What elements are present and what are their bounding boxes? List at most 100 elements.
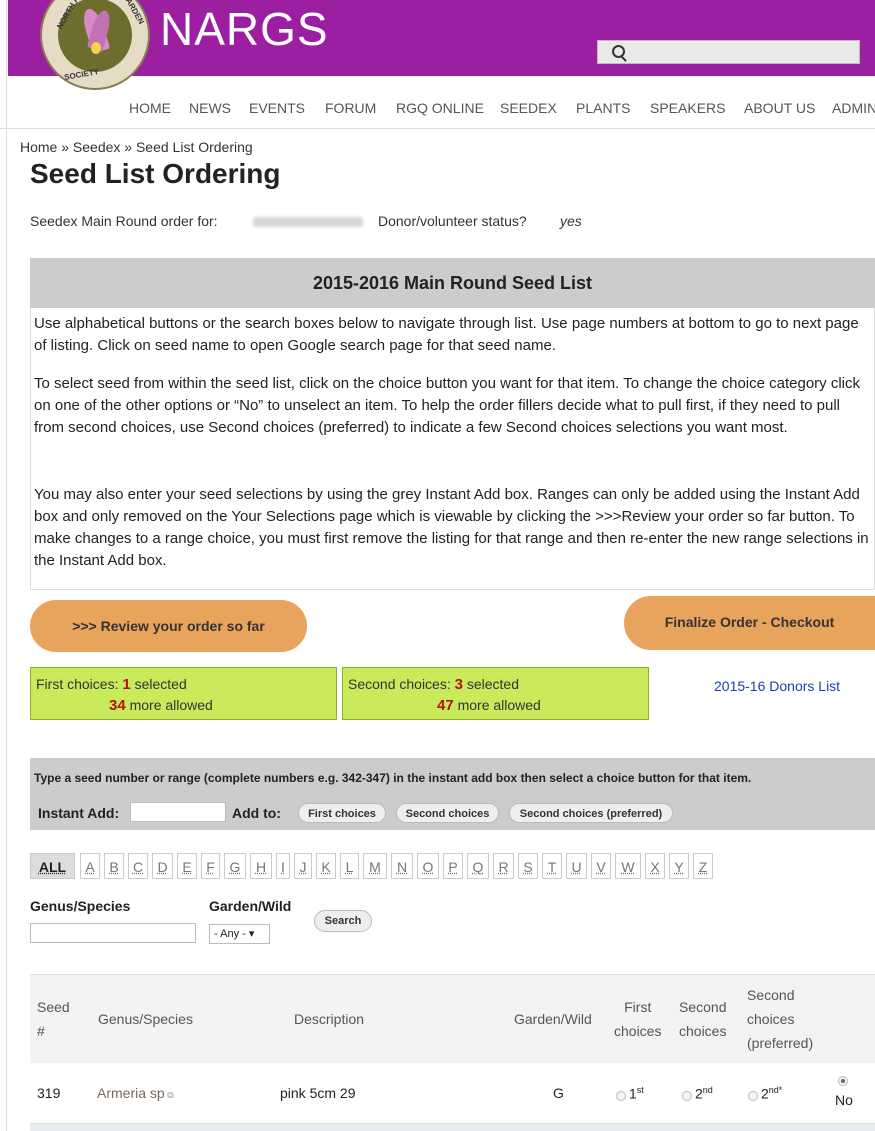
col-seed-line1: Seed — [37, 999, 70, 1015]
first-choices-count: 1 — [122, 676, 131, 693]
col-pref-line1: Second — [747, 987, 795, 1003]
nav-admin[interactable]: ADMIN — [832, 100, 875, 116]
alpha-s[interactable]: S — [518, 853, 538, 879]
alpha-z[interactable]: Z — [693, 853, 713, 879]
alpha-d[interactable]: D — [152, 853, 173, 879]
nav-events[interactable]: EVENTS — [249, 100, 305, 116]
alpha-p[interactable]: P — [443, 853, 463, 879]
site-search-input[interactable] — [597, 40, 860, 64]
alpha-n[interactable]: N — [391, 853, 413, 879]
nav-plants[interactable]: PLANTS — [576, 100, 630, 116]
nav-about-us[interactable]: ABOUT US — [744, 100, 815, 116]
nav-news[interactable]: NEWS — [189, 100, 231, 116]
alpha-t[interactable]: T — [542, 853, 562, 879]
nav-speakers[interactable]: SPEAKERS — [650, 100, 725, 116]
nav-rgq-online[interactable]: RGQ ONLINE — [396, 100, 484, 116]
add-second-choices-preferred-button[interactable]: Second choices (preferred) — [509, 803, 673, 823]
seed-table-header: Seed # Genus/Species Description Garden/W… — [30, 974, 875, 1064]
donor-status-label: Donor/volunteer status? — [378, 213, 527, 229]
col-description[interactable]: Description — [294, 1007, 364, 1031]
nav-forum[interactable]: FORUM — [325, 100, 376, 116]
alpha-a[interactable]: A — [80, 853, 100, 879]
instructions-paragraph-2: To select seed from within the seed list… — [34, 375, 860, 436]
instructions-paragraph-3: You may also enter your seed selections … — [34, 486, 869, 569]
alpha-j[interactable]: J — [294, 853, 312, 879]
alpha-v[interactable]: V — [591, 853, 611, 879]
alpha-b[interactable]: B — [104, 853, 124, 879]
col-first-line2: choices — [614, 1023, 662, 1039]
alpha-r[interactable]: R — [493, 853, 514, 879]
redacted-user-name — [253, 217, 363, 227]
first-choices-summary: First choices: 1 selected 34 more allowe… — [30, 667, 337, 720]
table-row: 319 Armeria sp ⧉ pink 5cm 29 G 1st 2nd 2… — [30, 1063, 875, 1124]
genus-species-label: Genus/Species — [30, 898, 131, 914]
alpha-y[interactable]: Y — [669, 853, 689, 879]
second-choice-sup: nd — [702, 1085, 713, 1095]
first-choice-radio[interactable] — [616, 1091, 626, 1101]
genus-species-input[interactable] — [30, 923, 196, 943]
first-choice-num: 1 — [629, 1085, 637, 1102]
second-choices-label: Second choices: — [348, 676, 451, 692]
nav-seedex[interactable]: SEEDEX — [500, 100, 557, 116]
donor-status-value: yes — [560, 213, 582, 229]
second-choice-radio[interactable] — [682, 1091, 692, 1101]
review-order-button[interactable]: >>> Review your order so far — [30, 600, 307, 652]
alpha-k[interactable]: K — [316, 853, 336, 879]
search-button[interactable]: Search — [314, 910, 372, 932]
seed-name-link[interactable]: Armeria sp ⧉ — [97, 1085, 174, 1101]
col-pref-line3: (preferred) — [747, 1035, 814, 1051]
page-left-border — [6, 0, 7, 1131]
col-garden-wild[interactable]: Garden/Wild — [514, 1007, 592, 1031]
alpha-i[interactable]: I — [276, 853, 290, 879]
col-seed-line2: # — [37, 1023, 45, 1039]
alpha-h[interactable]: H — [250, 853, 272, 879]
search-icon[interactable] — [612, 45, 625, 58]
donors-list-link[interactable]: 2015-16 Donors List — [714, 678, 840, 694]
second-choices-count: 3 — [454, 676, 463, 693]
garden-wild-select[interactable]: - Any - ▾ — [209, 924, 270, 944]
add-second-choices-button[interactable]: Second choices — [396, 803, 499, 823]
alpha-c[interactable]: C — [128, 853, 148, 879]
alpha-q[interactable]: Q — [467, 853, 489, 879]
nav-home[interactable]: HOME — [129, 100, 171, 116]
second-preferred-sup: nd* — [768, 1085, 783, 1095]
alpha-x[interactable]: X — [645, 853, 665, 879]
site-name[interactable]: NARGS — [160, 2, 329, 56]
col-first-line1: First — [624, 999, 652, 1015]
finalize-order-button[interactable]: Finalize Order - Checkout — [624, 596, 875, 650]
instant-add-label: Instant Add: — [38, 805, 120, 821]
alpha-all[interactable]: ALL — [30, 853, 75, 879]
alpha-m[interactable]: M — [363, 853, 387, 879]
external-link-icon: ⧉ — [164, 1090, 174, 1100]
flower-center-icon — [91, 42, 101, 54]
nargs-logo[interactable]: NORTH A GARDEN SOCIETY — [40, 0, 150, 90]
col-pref-line2: choices — [747, 1011, 795, 1027]
seed-name: Armeria sp — [97, 1085, 165, 1101]
instant-add-input[interactable] — [130, 802, 226, 822]
first-choice-sup: st — [636, 1085, 644, 1095]
add-first-choices-button[interactable]: First choices — [298, 803, 386, 823]
second-choices-remaining: 47 — [437, 697, 454, 714]
alpha-u[interactable]: U — [566, 853, 587, 879]
second-choices-selected-text: selected — [466, 676, 520, 692]
alpha-f[interactable]: F — [201, 853, 220, 879]
main-nav: HOME NEWS EVENTS FORUM RGQ ONLINE SEEDEX… — [0, 92, 875, 129]
first-choices-label: First choices: — [36, 676, 119, 692]
col-seed-number[interactable]: Seed # — [37, 995, 70, 1043]
no-choice-label: No — [835, 1092, 853, 1108]
alpha-g[interactable]: G — [224, 853, 246, 879]
page-title: Seed List Ordering — [30, 158, 281, 189]
second-preferred-radio[interactable] — [748, 1091, 758, 1101]
breadcrumb[interactable]: Home » Seedex » Seed List Ordering — [20, 139, 253, 155]
alpha-e[interactable]: E — [177, 853, 197, 879]
logo-ring-text-bottom: SOCIETY — [63, 67, 100, 82]
seed-list-title: 2015-2016 Main Round Seed List — [312, 273, 593, 293]
alpha-w[interactable]: W — [615, 853, 641, 879]
seed-number: 319 — [37, 1085, 61, 1101]
no-choice-radio[interactable] — [838, 1076, 848, 1086]
alpha-o[interactable]: O — [417, 853, 439, 879]
garden-wild-label: Garden/Wild — [209, 898, 292, 914]
col-first-choices: First choices — [614, 995, 661, 1043]
col-genus-species[interactable]: Genus/Species — [98, 1007, 193, 1031]
alpha-l[interactable]: L — [340, 853, 359, 879]
